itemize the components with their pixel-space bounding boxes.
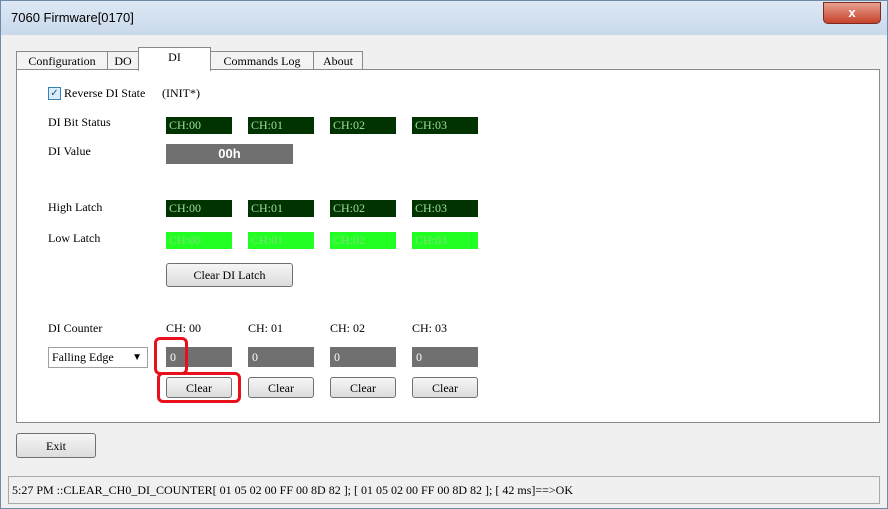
di-panel: ✓ Reverse DI State (INIT*) DI Bit Status… [16, 69, 880, 423]
clear-counter-ch03-button[interactable]: Clear [412, 377, 478, 398]
tab-di[interactable]: DI [138, 47, 211, 71]
high-latch-ch00: CH:00 [166, 200, 232, 217]
low-latch-ch01: CH:01 [248, 232, 314, 249]
low-latch-label: Low Latch [48, 231, 101, 245]
edge-select-value: Falling Edge [52, 350, 114, 364]
high-latch-ch02: CH:02 [330, 200, 396, 217]
counter-ch03-label: CH: 03 [412, 321, 448, 335]
di-bit-ch00: CH:00 [166, 117, 232, 134]
title-bar[interactable]: 7060 Firmware[0170] x [1, 1, 887, 35]
di-counter-label: DI Counter [48, 321, 103, 335]
main-window: 7060 Firmware[0170] x Configuration DO D… [0, 0, 888, 509]
counter-value-ch03: 0 [412, 347, 478, 367]
highlight-clear-box [157, 372, 241, 403]
low-latch-ch00: CH:00 [166, 232, 232, 249]
reverse-di-label: Reverse DI State [64, 86, 146, 100]
counter-ch00-label: CH: 00 [166, 321, 202, 335]
reverse-di-checkbox[interactable]: ✓ [48, 87, 61, 100]
edge-select[interactable]: Falling Edge ▼ [48, 347, 148, 368]
high-latch-ch01: CH:01 [248, 200, 314, 217]
clear-di-latch-button[interactable]: Clear DI Latch [166, 263, 293, 287]
tab-commands-log[interactable]: Commands Log [210, 51, 314, 70]
di-value-label: DI Value [48, 144, 91, 158]
low-latch-ch02: CH:02 [330, 232, 396, 249]
counter-value-ch01: 0 [248, 347, 314, 367]
clear-counter-ch01-button[interactable]: Clear [248, 377, 314, 398]
di-bit-ch03: CH:03 [412, 117, 478, 134]
close-button[interactable]: x [823, 2, 881, 24]
di-value-display: 00h [166, 144, 293, 164]
dropdown-arrow-icon: ▼ [132, 352, 142, 363]
di-bit-ch01: CH:01 [248, 117, 314, 134]
low-latch-ch03: CH:03 [412, 232, 478, 249]
tab-about[interactable]: About [313, 51, 363, 70]
highlight-counter-box [154, 337, 188, 375]
status-bar: 5:27 PM ::CLEAR_CH0_DI_COUNTER[ 01 05 02… [8, 476, 880, 504]
reverse-di-note: (INIT*) [162, 86, 200, 100]
client-area: Configuration DO DI Commands Log About ✓… [8, 35, 880, 475]
high-latch-ch03: CH:03 [412, 200, 478, 217]
clear-counter-ch02-button[interactable]: Clear [330, 377, 396, 398]
high-latch-label: High Latch [48, 200, 103, 214]
di-bit-ch02: CH:02 [330, 117, 396, 134]
tab-configuration[interactable]: Configuration [16, 51, 108, 70]
counter-ch01-label: CH: 01 [248, 321, 284, 335]
tab-do[interactable]: DO [107, 51, 139, 70]
di-bit-status-label: DI Bit Status [48, 115, 111, 129]
counter-value-ch02: 0 [330, 347, 396, 367]
window-title: 7060 Firmware[0170] [11, 10, 134, 25]
exit-button[interactable]: Exit [16, 433, 96, 458]
counter-ch02-label: CH: 02 [330, 321, 366, 335]
